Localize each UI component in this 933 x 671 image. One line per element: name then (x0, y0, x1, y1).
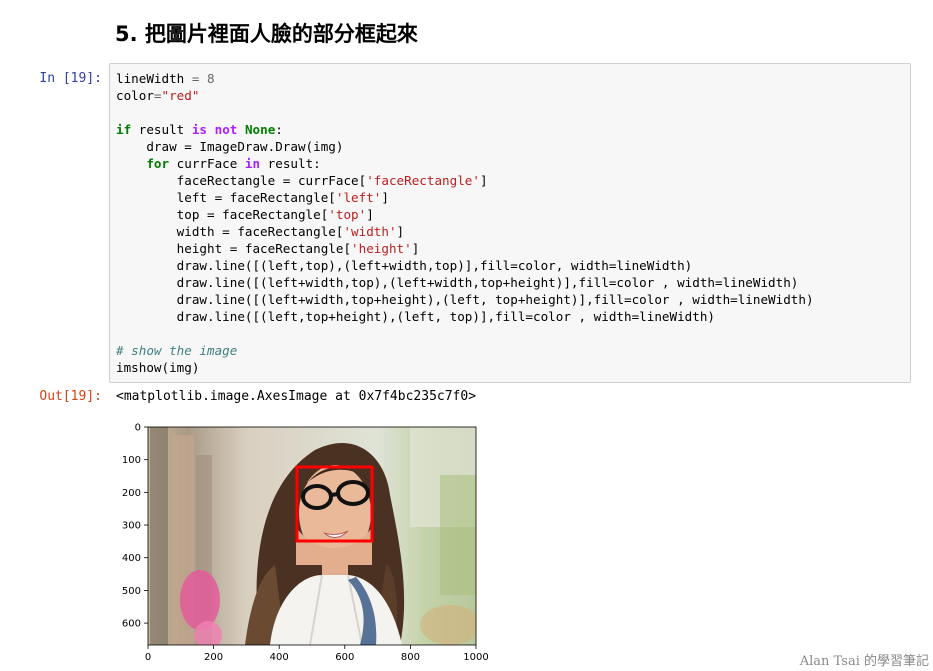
code-line-8: left = faceRectangle['left'] (116, 190, 389, 205)
code-line-13: draw.line([(left+width,top),(left+width,… (116, 275, 799, 290)
image-plot: 0 200 400 600 800 1000 0 100 200 300 400 500 600 (122, 423, 489, 664)
code-line-7: faceRectangle = currFace['faceRectangle'… (116, 173, 488, 188)
x-tick-label: 1000 (463, 652, 488, 663)
code-cell[interactable]: lineWidth = 8 color="red" if result is n… (109, 63, 911, 383)
code-line-6: for currFace in result: (146, 156, 321, 171)
x-axis-ticks: 0 200 400 600 800 1000 (145, 645, 489, 663)
photo-of-woman-with-glasses (148, 427, 476, 645)
y-tick-label: 600 (122, 619, 141, 630)
x-tick-label: 800 (401, 652, 420, 663)
code-line-1: lineWidth = 8 (116, 71, 215, 86)
x-tick-label: 0 (145, 652, 151, 663)
code-line-10: width = faceRectangle['width'] (116, 224, 405, 239)
code-line-14: draw.line([(left+width,top+height),(left… (116, 292, 814, 307)
y-tick-label: 300 (122, 521, 141, 532)
y-tick-label: 200 (122, 488, 141, 499)
x-tick-label: 200 (204, 652, 223, 663)
section-heading: 5. 把圖片裡面人臉的部分框起來 (115, 22, 418, 46)
input-prompt: In [19]: (39, 71, 102, 86)
y-tick-label: 100 (122, 455, 141, 466)
code-line-2: color="red" (116, 88, 200, 103)
code-line-5: draw = ImageDraw.Draw(img) (116, 139, 344, 154)
output-prompt: Out[19]: (39, 389, 102, 404)
code-line-9: top = faceRectangle['top'] (116, 207, 374, 222)
code-line-15: draw.line([(left,top+height),(left, top)… (116, 309, 715, 324)
code-line-11: height = faceRectangle['height'] (116, 241, 420, 256)
y-tick-label: 400 (122, 553, 141, 564)
x-tick-label: 400 (270, 652, 289, 663)
code-editor[interactable]: lineWidth = 8 color="red" if result is n… (116, 70, 814, 376)
y-tick-label: 500 (122, 586, 141, 597)
x-tick-label: 600 (335, 652, 354, 663)
code-line-4: if result is not None: (116, 122, 283, 137)
output-text: <matplotlib.image.AxesImage at 0x7f4bc23… (116, 389, 477, 404)
watermark: Alan Tsai 的學習筆記 (799, 654, 929, 669)
code-line-17-comment: # show the image (116, 343, 238, 358)
code-line-12: draw.line([(left,top),(left+width,top)],… (116, 258, 693, 273)
y-tick-label: 0 (135, 423, 141, 434)
y-axis-ticks: 0 100 200 300 400 500 600 (122, 423, 148, 630)
code-line-18: imshow(img) (116, 360, 200, 375)
